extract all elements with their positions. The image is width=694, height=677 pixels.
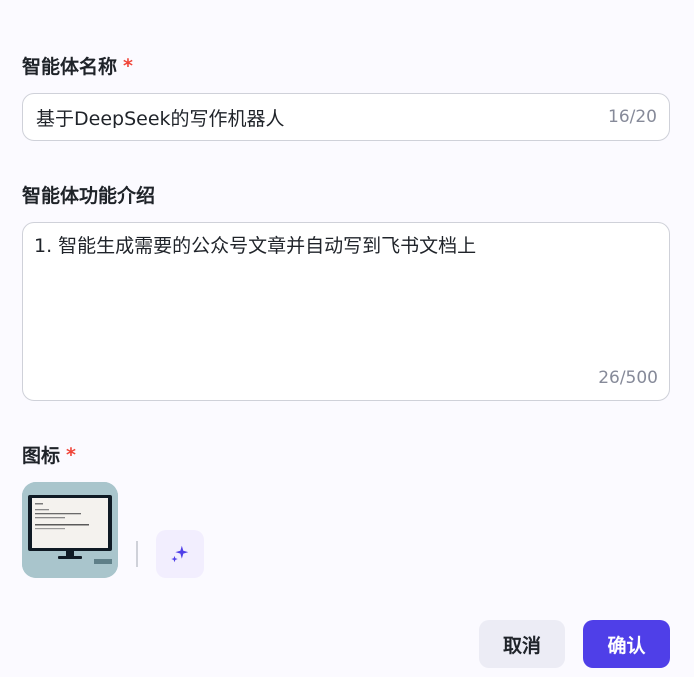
name-input-container[interactable]: 16/20 (22, 93, 670, 141)
icon-field-label: 图标 * (22, 441, 76, 468)
description-textarea[interactable]: 1. 智能生成需要的公众号文章并自动写到飞书文档上 (34, 233, 654, 363)
sparkle-icon (171, 545, 189, 563)
description-field-label: 智能体功能介绍 (22, 181, 155, 208)
name-label-text: 智能体名称 (22, 56, 118, 78)
required-mark: * (123, 54, 133, 77)
agent-icon-image[interactable] (22, 482, 118, 578)
description-label-text: 智能体功能介绍 (22, 185, 156, 207)
icon-label-text: 图标 (22, 445, 61, 467)
description-char-counter: 26/500 (598, 368, 658, 388)
name-char-counter: 16/20 (608, 107, 657, 127)
ai-generate-icon-button[interactable] (156, 530, 204, 578)
divider (136, 541, 138, 567)
confirm-button[interactable]: 确认 (583, 620, 670, 668)
monitor-icon (22, 482, 118, 578)
name-input[interactable] (36, 106, 608, 128)
required-mark: * (66, 443, 76, 466)
name-field-label: 智能体名称 * (22, 52, 133, 79)
description-input-container[interactable]: 1. 智能生成需要的公众号文章并自动写到飞书文档上 26/500 (22, 222, 670, 401)
cancel-button[interactable]: 取消 (479, 620, 565, 668)
